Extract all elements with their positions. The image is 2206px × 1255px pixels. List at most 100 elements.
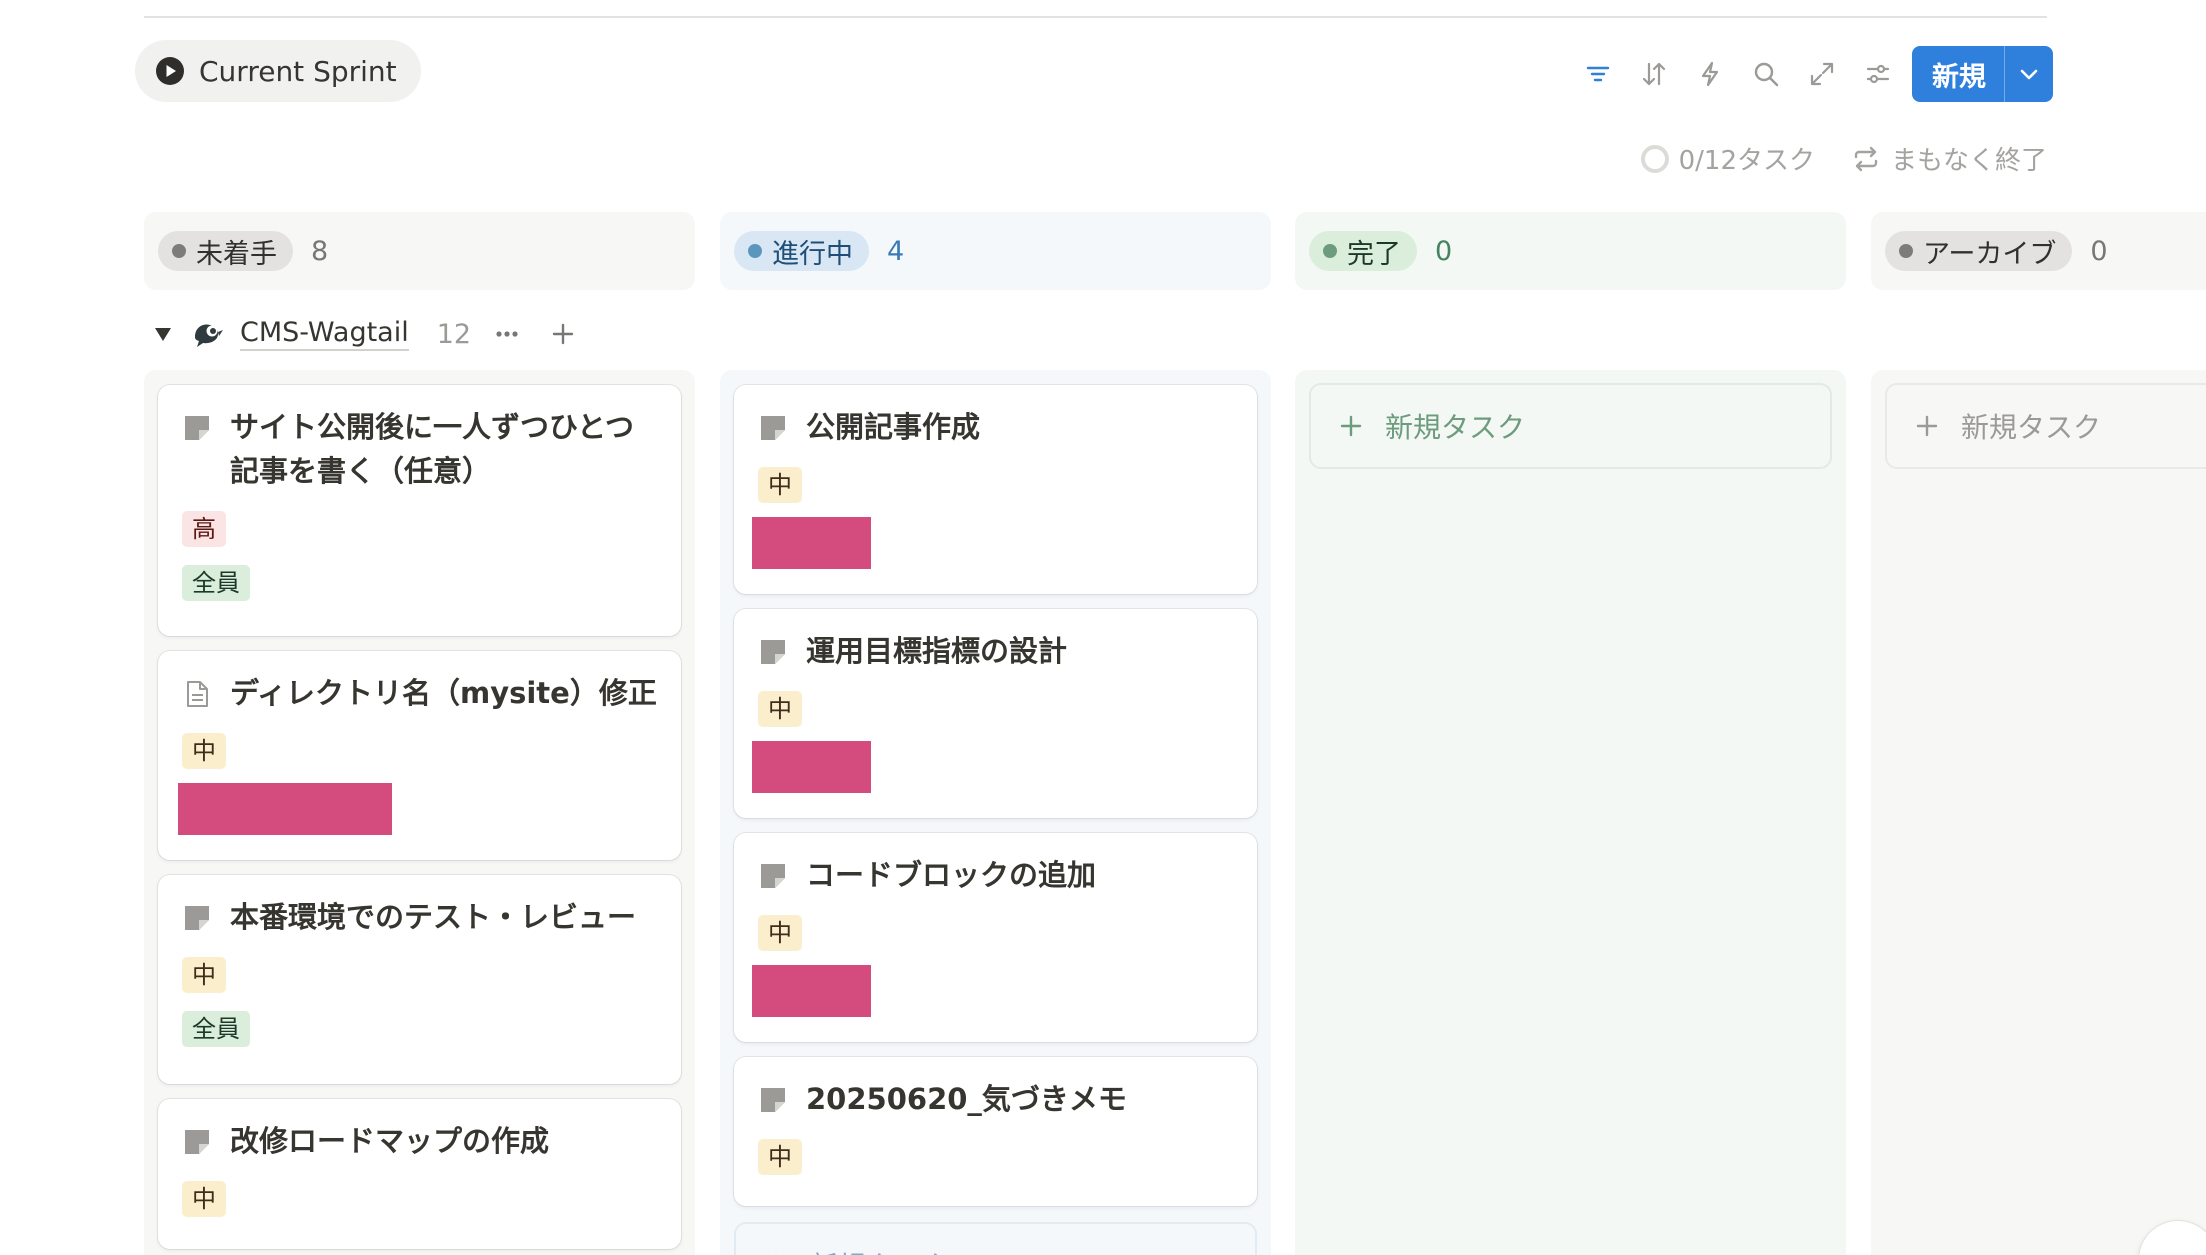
card-title: 運用目標指標の設計 bbox=[758, 629, 1233, 673]
card-title: サイト公開後に一人ずつひとつ記事を書く（任意） bbox=[182, 405, 657, 493]
new-task-label: 新規タスク bbox=[1385, 411, 1526, 444]
priority-tag: 中 bbox=[182, 957, 226, 993]
task-card[interactable]: 運用目標指標の設計 中 bbox=[734, 609, 1257, 818]
search-button[interactable] bbox=[1738, 46, 1794, 102]
task-card[interactable]: 本番環境でのテスト・レビュー 中 全員 bbox=[158, 875, 681, 1084]
filter-icon bbox=[1586, 66, 1610, 82]
new-button-group: 新規 bbox=[1912, 46, 2053, 102]
task-card[interactable]: コードブロックの追加 中 bbox=[734, 833, 1257, 1042]
view-tab-current-sprint[interactable]: Current Sprint bbox=[135, 40, 421, 102]
new-button[interactable]: 新規 bbox=[1912, 46, 2005, 102]
group-more-button[interactable] bbox=[487, 314, 527, 354]
status-badge: アーカイブ bbox=[1885, 231, 2073, 271]
new-task-button-in-progress[interactable]: 新規タスク bbox=[734, 1222, 1257, 1255]
chevron-down-icon bbox=[2020, 69, 2038, 80]
expand-icon bbox=[1810, 62, 1834, 86]
column-header-in-progress[interactable]: 進行中 4 bbox=[720, 212, 1271, 290]
group-header: CMS-Wagtail 12 bbox=[152, 312, 583, 356]
card-title-text: コードブロックの追加 bbox=[806, 858, 1097, 892]
note-page-icon bbox=[761, 1088, 785, 1112]
task-card[interactable]: 公開記事作成 中 bbox=[734, 385, 1257, 594]
search-icon bbox=[1754, 62, 1779, 87]
more-icon bbox=[496, 331, 518, 337]
priority-tag: 中 bbox=[758, 1139, 802, 1175]
repeat-icon bbox=[1854, 146, 1878, 171]
card-title-text: 公開記事作成 bbox=[806, 410, 981, 444]
priority-tag: 中 bbox=[182, 733, 226, 769]
play-circle-icon bbox=[156, 57, 184, 85]
card-title-text: 20250620_気づきメモ bbox=[806, 1082, 1127, 1116]
column-header-done[interactable]: 完了 0 bbox=[1295, 212, 1846, 290]
sort-icon bbox=[1642, 62, 1666, 86]
task-card[interactable]: 20250620_気づきメモ 中 bbox=[734, 1057, 1257, 1206]
board-view: Current Sprint 新規 0/12タスク まもなく終了 未着手 8 進… bbox=[0, 0, 2206, 1255]
group-name[interactable]: CMS-Wagtail bbox=[240, 317, 409, 351]
status-dot bbox=[1323, 244, 1337, 258]
sprint-ending[interactable]: まもなく終了 bbox=[1851, 140, 2047, 177]
color-tag bbox=[752, 741, 871, 793]
card-title: 改修ロードマップの作成 bbox=[182, 1119, 657, 1163]
new-task-button-done[interactable]: 新規タスク bbox=[1309, 383, 1832, 469]
sprint-ending-label: まもなく終了 bbox=[1890, 146, 2047, 176]
settings-icon bbox=[1866, 64, 1890, 84]
group-count: 12 bbox=[436, 318, 472, 350]
task-card[interactable]: ディレクトリ名（mysite）修正 中 bbox=[158, 651, 681, 860]
view-settings-button[interactable] bbox=[1850, 46, 1906, 102]
note-page-icon bbox=[185, 906, 209, 930]
note-page-icon bbox=[761, 864, 785, 888]
task-card[interactable]: サイト公開後に一人ずつひとつ記事を書く（任意） 高 全員 bbox=[158, 385, 681, 636]
status-badge: 完了 bbox=[1309, 231, 1417, 271]
priority-tag: 中 bbox=[758, 915, 802, 951]
card-title-text: 改修ロードマップの作成 bbox=[230, 1124, 550, 1158]
priority-tag: 中 bbox=[182, 1181, 226, 1217]
column-count: 4 bbox=[887, 235, 905, 267]
column-header-archive[interactable]: アーカイブ 0 bbox=[1871, 212, 2206, 290]
status-badge: 未着手 bbox=[158, 231, 293, 271]
view-tab-label: Current Sprint bbox=[199, 54, 397, 88]
sprint-status: 0/12タスク まもなく終了 bbox=[1640, 140, 2047, 177]
note-page-icon bbox=[761, 640, 785, 664]
plus-icon bbox=[1340, 415, 1362, 437]
status-dot bbox=[172, 244, 186, 258]
new-task-button-archive[interactable]: 新規タスク bbox=[1885, 383, 2206, 469]
card-title: コードブロックの追加 bbox=[758, 853, 1233, 897]
column-count: 0 bbox=[2090, 235, 2108, 267]
new-dropdown-button[interactable] bbox=[2005, 46, 2053, 102]
note-page-icon bbox=[761, 416, 785, 440]
column-count: 8 bbox=[311, 235, 329, 267]
collapse-triangle-icon[interactable] bbox=[152, 323, 174, 345]
note-page-icon bbox=[185, 1130, 209, 1154]
automation-button[interactable] bbox=[1682, 46, 1738, 102]
group-add-button[interactable] bbox=[543, 314, 583, 354]
expand-button[interactable] bbox=[1794, 46, 1850, 102]
view-toolbar: 新規 bbox=[1570, 46, 2053, 102]
color-tag bbox=[752, 965, 871, 1017]
card-title-text: ディレクトリ名（mysite）修正 bbox=[230, 676, 657, 710]
plus-icon bbox=[552, 323, 574, 345]
filter-button[interactable] bbox=[1570, 46, 1626, 102]
card-title-text: 本番環境でのテスト・レビュー bbox=[230, 900, 637, 934]
card-title-text: 運用目標指標の設計 bbox=[806, 634, 1068, 668]
plus-icon bbox=[775, 1254, 777, 1255]
priority-tag: 高 bbox=[182, 511, 226, 547]
task-card[interactable]: 改修ロードマップの作成 中 bbox=[158, 1099, 681, 1249]
color-tag bbox=[752, 517, 871, 569]
column-title: アーカイブ bbox=[1923, 238, 2057, 270]
card-title-text: サイト公開後に一人ずつひとつ記事を書く（任意） bbox=[230, 410, 634, 488]
automation-icon bbox=[1701, 61, 1719, 87]
task-progress-label: 0/12タスク bbox=[1678, 146, 1815, 176]
column-done bbox=[1295, 370, 1846, 1255]
status-dot bbox=[1899, 244, 1913, 258]
color-tag bbox=[178, 783, 392, 835]
plus-icon bbox=[1916, 415, 1938, 437]
sort-button[interactable] bbox=[1626, 46, 1682, 102]
priority-tag: 中 bbox=[758, 467, 802, 503]
column-title: 未着手 bbox=[196, 238, 277, 270]
document-icon bbox=[187, 681, 208, 707]
card-title: 20250620_気づきメモ bbox=[758, 1077, 1233, 1121]
new-task-label: 新規タスク bbox=[1961, 411, 2102, 444]
task-progress: 0/12タスク bbox=[1640, 140, 1815, 177]
column-title: 進行中 bbox=[772, 238, 853, 270]
column-header-todo[interactable]: 未着手 8 bbox=[144, 212, 695, 290]
status-badge: 進行中 bbox=[734, 231, 869, 271]
